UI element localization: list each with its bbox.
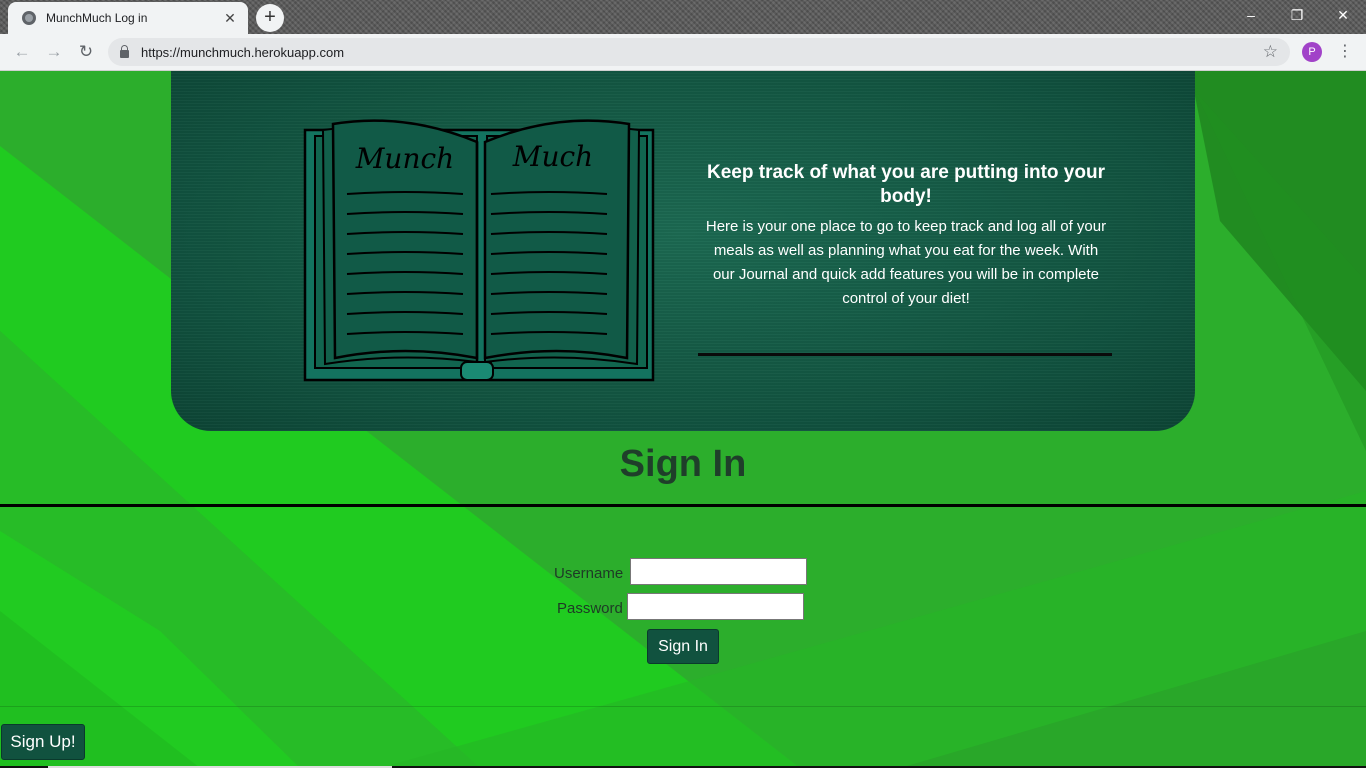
hero-description: Here is your one place to go to keep tra… bbox=[705, 218, 1107, 307]
sign-in-button[interactable]: Sign In bbox=[647, 629, 719, 664]
profile-avatar[interactable]: P bbox=[1302, 42, 1322, 62]
lock-icon bbox=[120, 45, 129, 58]
username-label: Username bbox=[554, 565, 624, 582]
url-text[interactable]: https://munchmuch.herokuapp.com bbox=[141, 45, 1263, 60]
hero-title: Keep track of what you are putting into … bbox=[707, 162, 1105, 207]
footer-divider bbox=[0, 706, 1366, 707]
username-input[interactable] bbox=[630, 558, 807, 585]
hero-text-block: Keep track of what you are putting into … bbox=[701, 161, 1111, 311]
tab-close-icon[interactable]: ✕ bbox=[222, 10, 238, 27]
address-bar[interactable]: https://munchmuch.herokuapp.com ☆ bbox=[108, 38, 1290, 66]
globe-icon bbox=[22, 11, 36, 25]
new-tab-button[interactable]: + bbox=[256, 4, 284, 32]
reload-icon[interactable]: ↻ bbox=[74, 40, 98, 64]
hero-banner: Munch Much Keep track of what you are pu… bbox=[171, 71, 1195, 431]
page-title: Sign In bbox=[619, 443, 747, 485]
back-icon[interactable]: ← bbox=[10, 40, 34, 64]
section-divider bbox=[0, 504, 1366, 507]
book-left-word: Munch bbox=[355, 142, 454, 175]
browser-tab-strip: MunchMuch Log in ✕ + – ❐ ✕ bbox=[0, 0, 1366, 34]
bookmark-star-icon[interactable]: ☆ bbox=[1263, 42, 1278, 62]
forward-icon[interactable]: → bbox=[42, 40, 66, 64]
browser-toolbar: ← → ↻ https://munchmuch.herokuapp.com ☆ … bbox=[0, 34, 1366, 71]
restore-icon[interactable]: ❐ bbox=[1274, 0, 1320, 30]
browser-menu-icon[interactable]: ⋮ bbox=[1336, 40, 1354, 64]
tab-title: MunchMuch Log in bbox=[46, 11, 148, 25]
book-right-word: Much bbox=[512, 140, 593, 173]
password-input[interactable] bbox=[627, 593, 804, 620]
page-body: Munch Much Keep track of what you are pu… bbox=[0, 71, 1366, 768]
journal-book-illustration: Munch Much bbox=[303, 119, 655, 382]
password-label: Password bbox=[557, 600, 623, 617]
window-close-icon[interactable]: ✕ bbox=[1320, 0, 1366, 30]
minimize-icon[interactable]: – bbox=[1228, 0, 1274, 30]
browser-tab[interactable]: MunchMuch Log in ✕ bbox=[8, 2, 248, 34]
hero-divider bbox=[698, 353, 1112, 356]
sign-up-button[interactable]: Sign Up! bbox=[1, 724, 85, 760]
